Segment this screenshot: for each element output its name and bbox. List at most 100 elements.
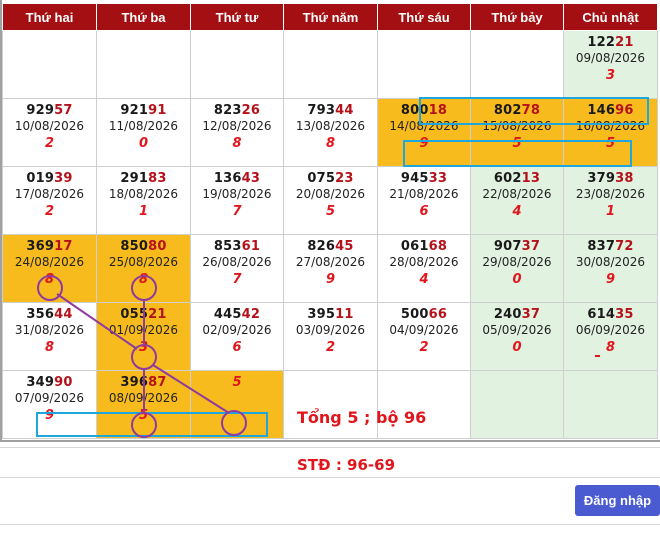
divider-bottom bbox=[0, 477, 660, 478]
result-date: 01/09/2026 bbox=[108, 323, 179, 337]
day-cell bbox=[470, 370, 564, 439]
result-number-head: 826 bbox=[307, 239, 336, 254]
result-number-tail: 13 bbox=[521, 171, 541, 186]
result-number-tail: 90 bbox=[54, 375, 73, 390]
result-number-head: 850 bbox=[120, 239, 149, 254]
result-number-head: 379 bbox=[587, 171, 616, 186]
result-number: 80018 bbox=[378, 103, 470, 118]
header-wednesday: Thứ tư bbox=[190, 3, 284, 31]
day-cell: 79344 13/08/2026 8 bbox=[283, 98, 378, 167]
result-date: 29/08/2026 bbox=[482, 255, 552, 269]
result-number-head: 793 bbox=[307, 103, 336, 118]
result-sum: 5 bbox=[138, 408, 149, 423]
result-date: 09/08/2026 bbox=[575, 51, 646, 65]
divider-footer bbox=[0, 524, 660, 525]
result-date: 25/08/2026 bbox=[108, 255, 179, 269]
result-number-head: 823 bbox=[213, 103, 242, 118]
result-number: 85361 bbox=[191, 239, 283, 254]
result-number-tail: 44 bbox=[335, 103, 354, 118]
calendar-week-row: 34990 07/09/2026 9 39687 08/09/2026 5 5 bbox=[2, 370, 658, 439]
result-number: 12221 bbox=[564, 35, 657, 50]
result-number-tail: 21 bbox=[148, 307, 167, 322]
day-cell bbox=[190, 30, 284, 99]
result-date: 07/09/2026 bbox=[14, 391, 85, 405]
result-number-head: 055 bbox=[120, 307, 149, 322]
result-number-head: 395 bbox=[307, 307, 336, 322]
result-sum: 4 bbox=[512, 204, 522, 219]
day-cell: 13643 19/08/2026 7 bbox=[190, 166, 284, 235]
result-date: 17/08/2026 bbox=[14, 187, 85, 201]
day-cell: 82645 27/08/2026 9 bbox=[283, 234, 378, 303]
result-number-head: 929 bbox=[26, 103, 55, 118]
day-cell: 36917 24/08/2026 8 bbox=[2, 234, 97, 303]
result-sum: 7 bbox=[232, 204, 242, 219]
result-number: 61435 bbox=[564, 307, 657, 322]
result-number: 90737 bbox=[471, 239, 563, 254]
result-sum: 2 bbox=[419, 340, 429, 355]
day-cell: 37938 23/08/2026 1 bbox=[563, 166, 658, 235]
login-button[interactable]: Đăng nhập bbox=[575, 485, 660, 516]
result-number-tail: 37 bbox=[521, 307, 541, 322]
result-number: 83772 bbox=[564, 239, 657, 254]
result-sum: 1 bbox=[138, 204, 149, 219]
day-cell: 90737 29/08/2026 0 bbox=[470, 234, 564, 303]
result-number: 34990 bbox=[3, 375, 96, 390]
day-cell: 29183 18/08/2026 1 bbox=[96, 166, 191, 235]
result-number: 14696 bbox=[564, 103, 657, 118]
result-number: 13643 bbox=[191, 171, 283, 186]
result-sum: 6 bbox=[419, 204, 429, 219]
result-number-head: 146 bbox=[587, 103, 616, 118]
result-number-head: 500 bbox=[400, 307, 429, 322]
result-sum: 8 bbox=[44, 272, 55, 287]
result-sum: 0 bbox=[512, 340, 522, 355]
result-number: 92957 bbox=[3, 103, 96, 118]
result-number: 80278 bbox=[471, 103, 563, 118]
calendar-week-row: 36917 24/08/2026 8 85080 25/08/2026 8 85361 26/… bbox=[2, 234, 658, 303]
day-cell: 39511 03/09/2026 2 bbox=[283, 302, 378, 371]
day-cell: 07523 20/08/2026 5 bbox=[283, 166, 378, 235]
result-number-head: 061 bbox=[400, 239, 429, 254]
result-sum: 5 bbox=[605, 136, 616, 151]
day-cell: 92191 11/08/2026 0 bbox=[96, 98, 191, 167]
day-cell: 82326 12/08/2026 8 bbox=[190, 98, 284, 167]
result-number: 79344 bbox=[284, 103, 377, 118]
result-sum: 5 bbox=[325, 204, 336, 219]
result-number: 39511 bbox=[284, 307, 377, 322]
day-cell bbox=[377, 370, 471, 439]
result-number-tail: 18 bbox=[428, 103, 448, 118]
result-number: 24037 bbox=[471, 307, 563, 322]
result-number-head: 614 bbox=[587, 307, 616, 322]
calendar-week-row: 12221 09/08/2026 3 bbox=[2, 30, 658, 99]
result-number-tail: 91 bbox=[148, 103, 167, 118]
result-number-tail: 68 bbox=[428, 239, 448, 254]
result-date: 14/08/2026 bbox=[389, 119, 459, 133]
header-thursday: Thứ năm bbox=[283, 3, 378, 31]
day-cell: 05521 01/09/2026 3 bbox=[96, 302, 191, 371]
total-note: Tổng 5 ; bộ 96 bbox=[297, 408, 427, 427]
result-sum: 8 bbox=[44, 340, 55, 355]
result-date: 06/09/2026 bbox=[575, 323, 646, 337]
result-number-tail: 78 bbox=[521, 103, 541, 118]
result-number: 50066 bbox=[378, 307, 470, 322]
result-date: 30/08/2026 bbox=[575, 255, 646, 269]
day-cell: 14696 16/08/2026 5 bbox=[563, 98, 658, 167]
calendar-week-row: 35644 31/08/2026 8 05521 01/09/2026 3 44542 02/… bbox=[2, 302, 658, 371]
result-number-tail: 57 bbox=[54, 103, 73, 118]
day-cell: 50066 04/09/2026 2 bbox=[377, 302, 471, 371]
result-number-head: 291 bbox=[120, 171, 149, 186]
day-cell: 06168 28/08/2026 4 bbox=[377, 234, 471, 303]
result-number-head: 837 bbox=[587, 239, 616, 254]
result-number: 92191 bbox=[97, 103, 190, 118]
result-number-tail: 11 bbox=[335, 307, 354, 322]
day-cell bbox=[283, 30, 378, 99]
result-number-tail: 72 bbox=[615, 239, 634, 254]
result-sum: 8 bbox=[605, 340, 616, 355]
day-cell: 12221 09/08/2026 3 bbox=[563, 30, 658, 99]
result-date: 18/08/2026 bbox=[108, 187, 179, 201]
result-number-tail: 35 bbox=[615, 307, 634, 322]
result-sum: 2 bbox=[44, 204, 55, 219]
result-date: 28/08/2026 bbox=[389, 255, 459, 269]
result-number-head: 019 bbox=[26, 171, 55, 186]
day-cell: 35644 31/08/2026 8 bbox=[2, 302, 97, 371]
result-number-head: 853 bbox=[213, 239, 242, 254]
